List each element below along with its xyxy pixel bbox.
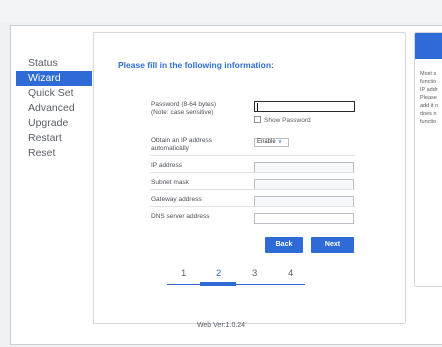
- row-divider: [150, 155, 355, 156]
- subnet-mask-label: Subnet mask: [151, 179, 189, 186]
- password-note-label: (Note: case sensitive): [151, 109, 214, 116]
- sidebar-item-advanced[interactable]: Advanced: [16, 101, 92, 116]
- show-password-checkbox[interactable]: [254, 116, 261, 123]
- sidebar-item-upgrade[interactable]: Upgrade: [16, 116, 92, 131]
- sidebar-item-reset[interactable]: Reset: [16, 146, 92, 161]
- ip-address-label: IP address: [151, 162, 182, 169]
- obtain-ip-label-2: automatically: [151, 145, 189, 152]
- row-divider: [150, 189, 355, 190]
- help-line: functio: [420, 79, 437, 85]
- password-input[interactable]: [254, 101, 355, 112]
- help-line: Please: [420, 95, 437, 101]
- sidebar-item-wizard[interactable]: Wizard: [16, 71, 92, 86]
- row-divider: [150, 172, 355, 173]
- gateway-label: Gateway address: [151, 196, 202, 203]
- help-line: does n: [420, 111, 437, 117]
- footer-version: Web Ver:1.0.24: [196, 322, 246, 329]
- sidebar: Status Wizard Quick Set Advanced Upgrade…: [16, 32, 94, 324]
- obtain-ip-value: Enable: [257, 139, 276, 145]
- sidebar-item-restart[interactable]: Restart: [16, 131, 92, 146]
- sidebar-item-status[interactable]: Status: [16, 56, 92, 71]
- dns-server-field[interactable]: [254, 213, 354, 224]
- show-password-label: Show Password: [264, 117, 311, 124]
- obtain-ip-select[interactable]: Enable ∨: [254, 138, 289, 147]
- step-4[interactable]: 4: [288, 268, 293, 279]
- top-band: [0, 0, 442, 22]
- obtain-ip-label: Obtain an IP address: [151, 137, 212, 144]
- back-button[interactable]: Back: [265, 237, 303, 253]
- step-1[interactable]: 1: [181, 268, 186, 279]
- text-caret: [257, 103, 258, 111]
- sidebar-item-quick-set[interactable]: Quick Set: [16, 86, 92, 101]
- step-progress-line: [167, 284, 305, 285]
- row-divider: [150, 206, 355, 207]
- next-button[interactable]: Next: [311, 237, 354, 253]
- step-current-indicator: [200, 282, 236, 286]
- help-line: functio: [420, 119, 437, 125]
- help-line: IP addr: [420, 87, 438, 93]
- help-text: Most s functio IP addr Please add it n d…: [420, 70, 442, 126]
- password-label: Password (8-64 bytes): [151, 101, 217, 108]
- dns-server-label: DNS server address: [151, 213, 210, 220]
- help-line: Most s: [420, 71, 437, 77]
- help-line: add it n: [420, 103, 439, 109]
- form-heading: Please fill in the following information…: [118, 60, 274, 70]
- step-3[interactable]: 3: [252, 268, 257, 279]
- help-panel-header: [415, 33, 442, 59]
- help-panel: Most s functio IP addr Please add it n d…: [414, 32, 442, 287]
- chevron-down-icon: ∨: [277, 139, 283, 145]
- step-2[interactable]: 2: [216, 268, 221, 279]
